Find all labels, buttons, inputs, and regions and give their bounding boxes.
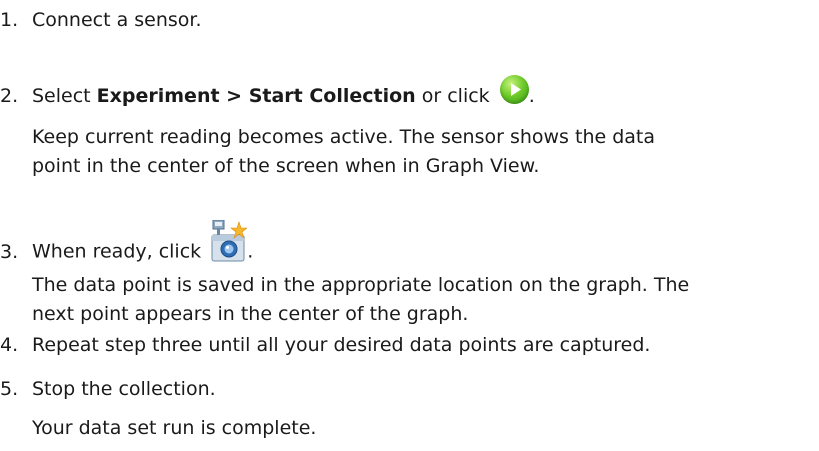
step-3-note: The data point is saved in the appropria… [32, 271, 812, 329]
step-text-pre: Select [32, 85, 97, 107]
step-4: 4. Repeat step three until all your desir… [0, 334, 650, 356]
step-number: 3. [0, 240, 19, 263]
step-text: Stop the collection. [32, 378, 216, 400]
step-5: 5. Stop the collection. [0, 378, 216, 400]
step-text: Connect a sensor. [32, 9, 202, 31]
menu-path: Experiment > Start Collection [96, 85, 416, 107]
step-2: 2. Select Experiment > Start Collection o… [0, 75, 535, 111]
step-number: 4. [0, 334, 19, 356]
step-text-end: . [528, 85, 535, 107]
step-text-pre: When ready, click [32, 240, 208, 263]
step-number: 1. [0, 9, 19, 31]
note-line: point in the center of the screen when i… [32, 155, 540, 177]
step-3: 3. When ready, click . [0, 219, 254, 274]
note-line: next point appears in the center of the … [32, 303, 469, 325]
keep-current-reading-icon[interactable] [211, 219, 249, 264]
step-text-end: . [247, 240, 254, 263]
step-1: 1. Connect a sensor. [0, 9, 202, 31]
step-text-post: or click [415, 85, 496, 107]
step-number: 5. [0, 378, 19, 400]
note-line: Your data set run is complete. [32, 417, 317, 439]
step-2-note: Keep current reading becomes active. The… [32, 123, 812, 181]
note-line: Keep current reading becomes active. The… [32, 126, 656, 148]
step-5-note: Your data set run is complete. [32, 414, 812, 443]
step-number: 2. [0, 85, 19, 107]
step-text: Repeat step three until all your desired… [32, 334, 651, 356]
note-line: The data point is saved in the appropria… [32, 274, 690, 296]
start-collection-icon[interactable] [499, 75, 529, 104]
